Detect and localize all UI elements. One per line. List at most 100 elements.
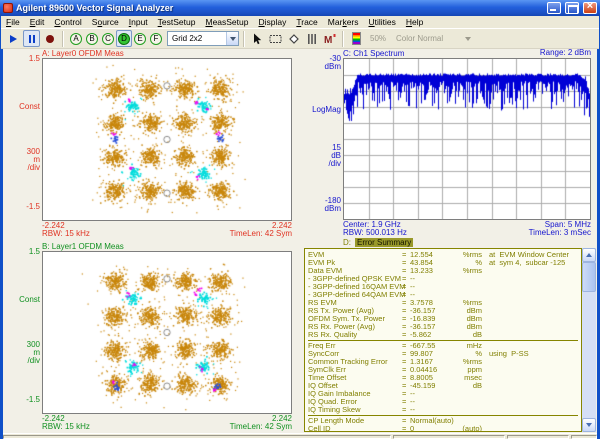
trace-button-d[interactable]: D bbox=[116, 30, 132, 47]
pane-b-title: B: Layer1 OFDM Meas bbox=[42, 242, 124, 251]
trace-letter-icon: E bbox=[134, 33, 146, 45]
record-icon bbox=[46, 35, 54, 43]
menu-trace[interactable]: Trace bbox=[291, 17, 322, 27]
trace-button-b[interactable]: B bbox=[84, 30, 100, 47]
row-extra bbox=[482, 307, 581, 315]
row-extra bbox=[482, 374, 581, 382]
select-cursor-button[interactable] bbox=[249, 30, 266, 47]
marker-button[interactable]: M bbox=[321, 30, 338, 47]
statusbar bbox=[3, 433, 597, 439]
pane-a-ymax: 1.5 bbox=[0, 55, 40, 63]
error-summary-scrollbar[interactable] bbox=[582, 248, 596, 432]
menu-source[interactable]: Source bbox=[87, 17, 124, 27]
toolbar-separator bbox=[62, 31, 64, 47]
toolbar-separator bbox=[342, 31, 344, 47]
row-unit: dB bbox=[454, 331, 482, 339]
trace-letter-icon: F bbox=[150, 33, 162, 45]
pane-c-ytop-1: dBm bbox=[301, 63, 341, 71]
window-frame-left bbox=[0, 14, 3, 439]
pane-c-spectrum-plot[interactable] bbox=[343, 58, 591, 220]
pane-a-trace-label: Const bbox=[0, 103, 40, 111]
scrollbar-thumb[interactable] bbox=[582, 262, 596, 292]
menu-file[interactable]: File bbox=[1, 17, 25, 27]
band-lines-button[interactable] bbox=[303, 30, 320, 47]
close-button[interactable] bbox=[583, 2, 597, 14]
row-extra bbox=[482, 275, 581, 283]
maximize-button[interactable] bbox=[565, 2, 579, 14]
pane-b-constellation-plot[interactable] bbox=[42, 251, 292, 414]
pause-icon bbox=[29, 35, 31, 43]
record-button[interactable] bbox=[41, 30, 58, 47]
chevron-down-icon[interactable] bbox=[226, 32, 238, 45]
row-unit bbox=[454, 275, 482, 283]
app-window: Agilent 89600 Vector Signal Analyzer Fil… bbox=[0, 0, 600, 439]
row-label: RS Rx. Quality bbox=[308, 331, 402, 339]
row-extra bbox=[482, 283, 581, 291]
menu-display[interactable]: Display bbox=[253, 17, 291, 27]
grid-combo-value: Grid 2x2 bbox=[172, 34, 202, 43]
menu-utilities[interactable]: Utilities bbox=[364, 17, 401, 27]
trace-button-f[interactable]: F bbox=[148, 30, 164, 47]
pane-a-constellation-plot[interactable] bbox=[42, 58, 292, 221]
marker-diamond-button[interactable] bbox=[285, 30, 302, 47]
menu-testsetup[interactable]: TestSetup bbox=[153, 17, 201, 27]
arrow-up-icon bbox=[586, 253, 592, 257]
row-value: -- bbox=[410, 390, 454, 398]
pane-a-timelen: TimeLen: 42 Sym bbox=[192, 230, 292, 238]
menu-control[interactable]: Control bbox=[49, 17, 86, 27]
chevron-down-icon bbox=[462, 32, 474, 45]
row-extra bbox=[482, 398, 581, 406]
statusbar-cell bbox=[507, 435, 569, 439]
menu-edit[interactable]: Edit bbox=[25, 17, 50, 27]
selection-rect-icon bbox=[269, 33, 282, 45]
colorbar-button[interactable] bbox=[348, 30, 365, 47]
pane-a-ydiv-2: /div bbox=[0, 164, 40, 172]
minimize-button[interactable] bbox=[547, 2, 561, 14]
trace-button-a[interactable]: A bbox=[68, 30, 84, 47]
pane-c-rbw: RBW: 500.013 Hz bbox=[343, 229, 407, 237]
statusbar-cell bbox=[393, 435, 505, 439]
error-summary-row: RS Rx. Quality=-5.862dB bbox=[308, 331, 581, 339]
trace-letter-icon: D bbox=[118, 33, 130, 45]
pane-c-ydiv-2: /div bbox=[301, 160, 341, 168]
play-button[interactable] bbox=[5, 30, 22, 47]
pane-b-rbw: RBW: 15 kHz bbox=[42, 423, 90, 431]
pane-b-ymax: 1.5 bbox=[0, 248, 40, 256]
scroll-up-button[interactable] bbox=[582, 248, 596, 262]
row-extra bbox=[482, 425, 581, 432]
error-summary-row: CP Length Mode=Normal(auto) bbox=[308, 417, 581, 425]
menu-markers[interactable]: Markers bbox=[323, 17, 364, 27]
row-label: IQ Timing Skew bbox=[308, 406, 402, 414]
app-icon bbox=[3, 3, 13, 13]
row-extra bbox=[482, 323, 581, 331]
row-extra bbox=[482, 331, 581, 339]
titlebar[interactable]: Agilent 89600 Vector Signal Analyzer bbox=[0, 0, 600, 16]
pane-d-title-prefix: D: bbox=[343, 239, 351, 247]
trace-button-c[interactable]: C bbox=[100, 30, 116, 47]
statusbar-cell bbox=[3, 435, 391, 439]
row-unit bbox=[454, 390, 482, 398]
error-summary-row: IQ Timing Skew=-- bbox=[308, 406, 581, 414]
menu-input[interactable]: Input bbox=[124, 17, 153, 27]
toolbar: ABCDEF Grid 2x2 M 50% Color Normal bbox=[1, 29, 599, 49]
svg-text:M: M bbox=[324, 35, 332, 45]
pause-button[interactable] bbox=[23, 30, 40, 47]
pane-c-timelen: TimeLen: 3 mSec bbox=[491, 229, 591, 237]
statusbar-cell bbox=[571, 435, 597, 439]
play-icon bbox=[10, 35, 17, 43]
pane-d-title[interactable]: Error Summary bbox=[355, 238, 413, 247]
grid-layout-combo[interactable]: Grid 2x2 bbox=[167, 31, 239, 46]
row-value: 13.233 bbox=[410, 267, 454, 275]
row-unit: (auto) bbox=[454, 425, 482, 432]
row-eq: = bbox=[402, 425, 410, 432]
menu-help[interactable]: Help bbox=[401, 17, 428, 27]
row-value: Normal(auto) bbox=[410, 417, 454, 425]
menubar: FileEditControlSourceInputTestSetupMeasS… bbox=[1, 16, 599, 29]
scroll-down-button[interactable] bbox=[582, 418, 596, 432]
trace-button-e[interactable]: E bbox=[132, 30, 148, 47]
color-mode-combo[interactable]: Color Normal bbox=[391, 31, 475, 46]
menu-meassetup[interactable]: MeasSetup bbox=[200, 17, 253, 27]
zoom-rect-button[interactable] bbox=[267, 30, 284, 47]
row-value: -45.159 bbox=[410, 382, 454, 390]
vertical-bars-icon bbox=[306, 33, 318, 45]
